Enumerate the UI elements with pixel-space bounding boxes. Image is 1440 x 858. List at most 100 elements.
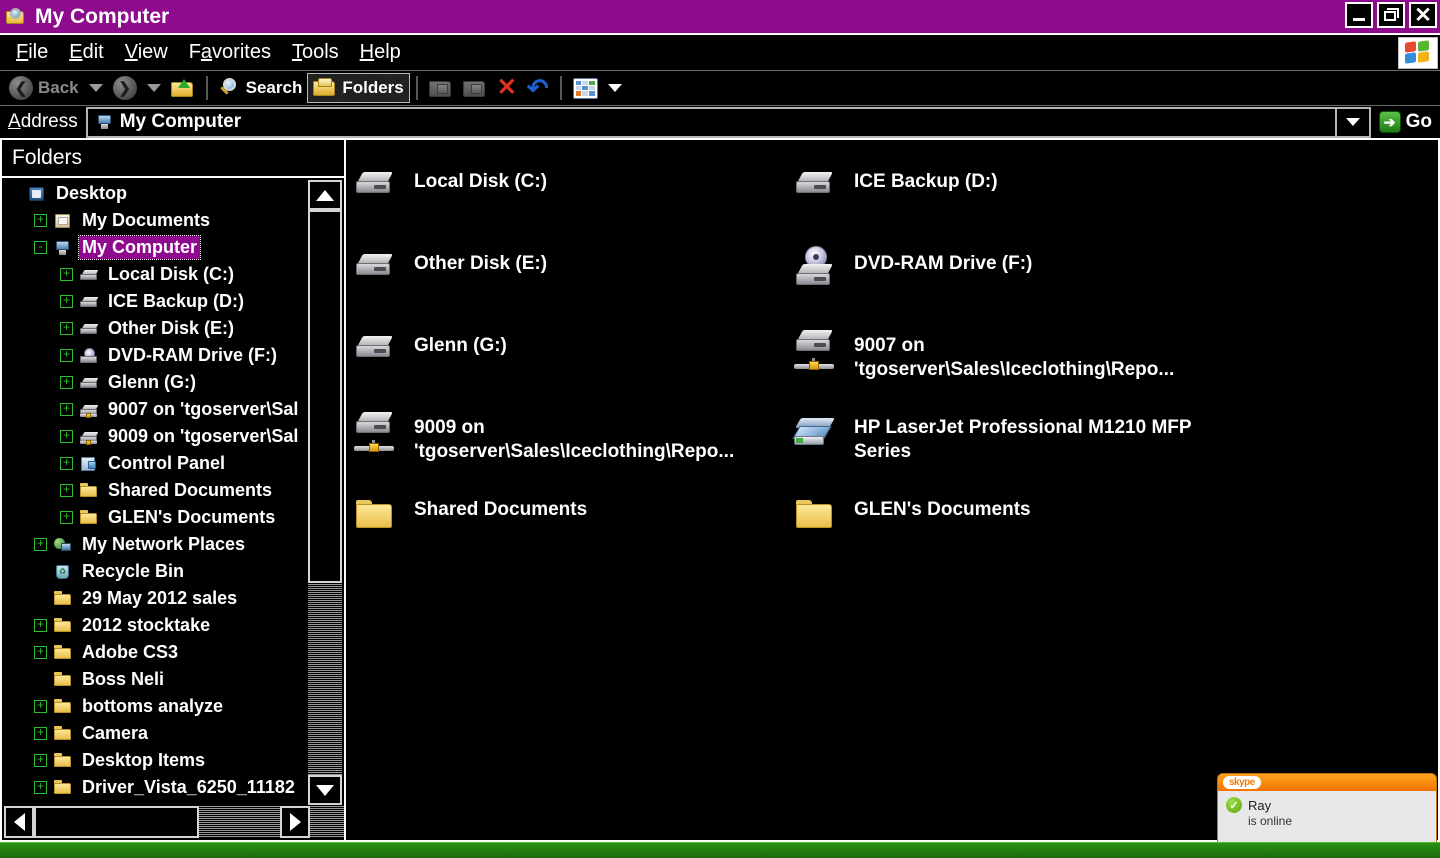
windows-flag-icon[interactable]: [1398, 37, 1438, 69]
tree-vertical-scrollbar[interactable]: [308, 180, 342, 805]
drive-item[interactable]: 9007 on 'tgoserver\Sales\Iceclothing\Rep…: [794, 316, 1234, 398]
copy-to-button[interactable]: [458, 73, 492, 103]
tree-item-dvd-ram-drive-f[interactable]: + DVD-RAM Drive (F:): [4, 342, 310, 369]
tree-item-adobe-cs3[interactable]: + Adobe CS3: [4, 639, 310, 666]
expand-icon[interactable]: +: [34, 538, 47, 551]
restore-button[interactable]: [1377, 2, 1405, 28]
tree-item-glenn-g[interactable]: + Glenn (G:): [4, 369, 310, 396]
expand-icon[interactable]: +: [34, 214, 47, 227]
address-dropdown-button[interactable]: [1336, 106, 1371, 138]
menu-help[interactable]: Help: [352, 41, 409, 64]
tree-item-local-disk-c[interactable]: + Local Disk (C:): [4, 261, 310, 288]
expand-icon[interactable]: +: [34, 646, 47, 659]
window-titlebar[interactable]: My Computer ✕: [0, 0, 1440, 33]
skype-notification[interactable]: skype ✓ Ray is online: [1218, 774, 1436, 846]
drive-item[interactable]: HP LaserJet Professional M1210 MFP Serie…: [792, 398, 1234, 480]
views-button[interactable]: [568, 73, 627, 103]
expand-icon[interactable]: +: [60, 457, 73, 470]
drive-item[interactable]: Glenn (G:): [354, 316, 794, 398]
address-input[interactable]: My Computer: [85, 106, 1337, 138]
tree-item-camera[interactable]: + Camera: [4, 720, 310, 747]
menu-file[interactable]: File: [8, 41, 56, 64]
menu-view[interactable]: View: [117, 41, 176, 64]
expand-icon[interactable]: +: [60, 484, 73, 497]
expand-icon[interactable]: +: [60, 430, 73, 443]
minimize-button[interactable]: [1345, 2, 1373, 28]
close-button[interactable]: ✕: [1409, 2, 1437, 28]
tree-item-desktop[interactable]: Desktop: [4, 180, 310, 207]
tree-item-label: Camera: [82, 723, 149, 743]
hscrollbar-thumb[interactable]: [34, 806, 199, 838]
forward-button[interactable]: ❯: [108, 73, 142, 103]
scroll-down-button[interactable]: [308, 775, 342, 805]
menu-edit[interactable]: Edit: [61, 41, 111, 64]
address-value: My Computer: [119, 111, 242, 132]
triangle-right-icon: [289, 813, 301, 831]
tree-item-9009-on-tgoserver-sal[interactable]: +9009 on 'tgoserver\Sal: [4, 423, 310, 450]
drive-item[interactable]: Other Disk (E:): [354, 234, 794, 316]
drive-item[interactable]: ICE Backup (D:): [794, 152, 1234, 234]
folder-tree[interactable]: Desktop + My Documents - My Computer + Local D…: [4, 180, 310, 805]
expand-icon[interactable]: +: [34, 619, 47, 632]
triangle-up-icon: [316, 189, 334, 201]
tree-item-boss-neli[interactable]: Boss Neli: [4, 666, 310, 693]
taskbar[interactable]: [0, 842, 1440, 858]
expand-icon[interactable]: +: [60, 295, 73, 308]
scrollbar-thumb[interactable]: [308, 210, 342, 583]
undo-button[interactable]: ↶: [522, 73, 554, 103]
tree-item-label: Glenn (G:): [108, 372, 196, 392]
tree-item-shared-documents[interactable]: + Shared Documents: [4, 477, 310, 504]
tree-item-my-documents[interactable]: + My Documents: [4, 207, 310, 234]
drive-item[interactable]: GLEN's Documents: [794, 480, 1234, 562]
expand-icon[interactable]: +: [60, 376, 73, 389]
tree-item-2012-stocktake[interactable]: +2012 stocktake: [4, 612, 310, 639]
tree-item-driver-vista-6250-11182[interactable]: + Driver_Vista_6250_11182: [4, 774, 310, 801]
expand-icon[interactable]: +: [60, 511, 73, 524]
go-button[interactable]: ➔ Go: [1371, 111, 1440, 133]
tree-item-9007-on-tgoserver-sal[interactable]: +9007 on 'tgoserver\Sal: [4, 396, 310, 423]
tree-item-my-computer[interactable]: - My Computer: [4, 234, 310, 261]
expand-icon[interactable]: +: [60, 322, 73, 335]
content-pane[interactable]: Local Disk (C:) ICE Backup (D:) Other Disk…: [346, 138, 1440, 842]
drive-item[interactable]: 9009 on 'tgoserver\Sales\Iceclothing\Rep…: [354, 398, 794, 480]
copy-to-folder-icon: [462, 78, 487, 99]
back-button[interactable]: ❮ Back: [4, 73, 84, 103]
move-to-button[interactable]: [424, 73, 458, 103]
drive-item[interactable]: DVD-RAM Drive (F:): [794, 234, 1234, 316]
expand-icon[interactable]: +: [34, 754, 47, 767]
drive-item[interactable]: Shared Documents: [354, 480, 794, 562]
tree-item-control-panel[interactable]: + Control Panel: [4, 450, 310, 477]
tree-item-exercise-book[interactable]: +Exercise book: [4, 801, 310, 805]
menu-tools[interactable]: Tools: [284, 41, 347, 64]
scroll-up-button[interactable]: [308, 180, 342, 210]
expand-icon[interactable]: +: [34, 727, 47, 740]
forward-dropdown[interactable]: [142, 73, 166, 103]
hard-disk-icon: [354, 246, 400, 288]
tree-item-other-disk-e[interactable]: + Other Disk (E:): [4, 315, 310, 342]
address-bar: Address My Computer ➔ Go: [0, 105, 1440, 138]
collapse-icon[interactable]: -: [34, 241, 47, 254]
tree-item-desktop-items[interactable]: + Desktop Items: [4, 747, 310, 774]
search-button[interactable]: Search: [214, 73, 308, 103]
expand-icon[interactable]: +: [60, 268, 73, 281]
tree-item-ice-backup-d[interactable]: + ICE Backup (D:): [4, 288, 310, 315]
delete-button[interactable]: ✕: [492, 73, 522, 103]
expand-icon[interactable]: +: [60, 349, 73, 362]
menu-favorites[interactable]: Favorites: [181, 41, 279, 64]
scanner-printer-icon: [792, 410, 840, 452]
folders-button[interactable]: Folders: [307, 73, 410, 103]
scroll-right-button[interactable]: [280, 806, 310, 838]
expand-icon[interactable]: +: [34, 700, 47, 713]
expand-icon[interactable]: +: [34, 781, 47, 794]
tree-item-glen-s-documents[interactable]: + GLEN's Documents: [4, 504, 310, 531]
scroll-left-button[interactable]: [4, 806, 34, 838]
tree-horizontal-scrollbar[interactable]: [4, 806, 344, 838]
back-dropdown[interactable]: [84, 73, 108, 103]
tree-item-recycle-bin[interactable]: ♻ Recycle Bin: [4, 558, 310, 585]
drive-item[interactable]: Local Disk (C:): [354, 152, 794, 234]
expand-icon[interactable]: +: [60, 403, 73, 416]
tree-item-my-network-places[interactable]: + My Network Places: [4, 531, 310, 558]
up-button[interactable]: [166, 73, 200, 103]
tree-item-29-may-2012-sales[interactable]: 29 May 2012 sales: [4, 585, 310, 612]
tree-item-bottoms-analyze[interactable]: + bottoms analyze: [4, 693, 310, 720]
